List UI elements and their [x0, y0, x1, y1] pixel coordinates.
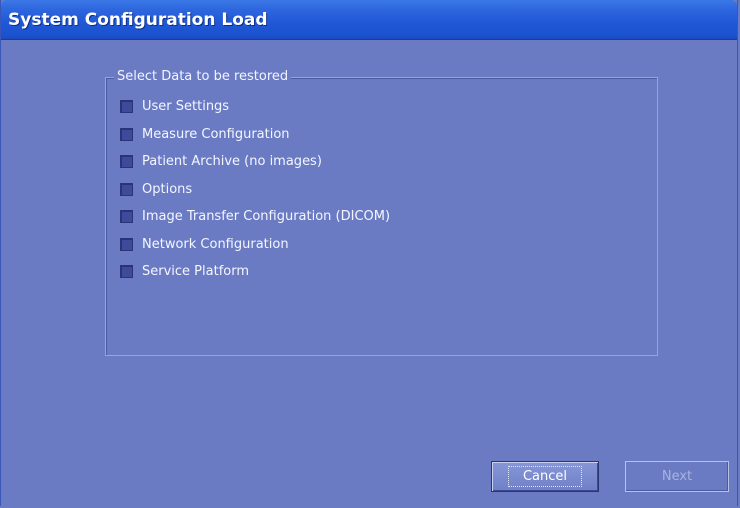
measure-configuration-checkbox[interactable]: [120, 127, 133, 141]
option-label: User Settings: [142, 98, 230, 114]
option-label: Service Platform: [142, 263, 250, 279]
option-label: Patient Archive (no images): [142, 153, 322, 169]
user-settings-checkbox[interactable]: [120, 99, 133, 113]
groupbox-legend: Select Data to be restored: [114, 69, 292, 84]
network-configuration-checkbox[interactable]: [120, 237, 133, 251]
patient-archive-checkbox[interactable]: [120, 154, 133, 168]
service-platform-checkbox[interactable]: [120, 264, 133, 278]
image-transfer-configuration-checkbox[interactable]: [120, 209, 133, 223]
next-button-label: Next: [661, 469, 693, 484]
option-image-transfer-configuration[interactable]: Image Transfer Configuration (DICOM): [120, 205, 390, 227]
option-label: Network Configuration: [142, 236, 289, 252]
dialog-body: Select Data to be restored User Settings…: [1, 40, 737, 506]
option-service-platform[interactable]: Service Platform: [120, 260, 249, 282]
next-button[interactable]: Next: [625, 461, 729, 492]
option-patient-archive[interactable]: Patient Archive (no images): [120, 150, 322, 172]
option-label: Image Transfer Configuration (DICOM): [142, 208, 391, 224]
title-bar[interactable]: System Configuration Load: [1, 0, 737, 40]
cancel-button-label: Cancel: [507, 466, 583, 487]
config-load-dialog: System Configuration Load Select Data to…: [0, 0, 738, 506]
option-label: Measure Configuration: [142, 126, 290, 142]
option-user-settings[interactable]: User Settings: [120, 95, 229, 117]
option-options[interactable]: Options: [120, 178, 192, 200]
options-checkbox[interactable]: [120, 182, 133, 196]
cancel-button[interactable]: Cancel: [491, 461, 599, 492]
restore-data-groupbox: Select Data to be restored User Settings…: [105, 69, 658, 356]
option-label: Options: [142, 181, 193, 197]
window-title: System Configuration Load: [8, 10, 268, 30]
option-measure-configuration[interactable]: Measure Configuration: [120, 123, 290, 145]
option-network-configuration[interactable]: Network Configuration: [120, 233, 289, 255]
